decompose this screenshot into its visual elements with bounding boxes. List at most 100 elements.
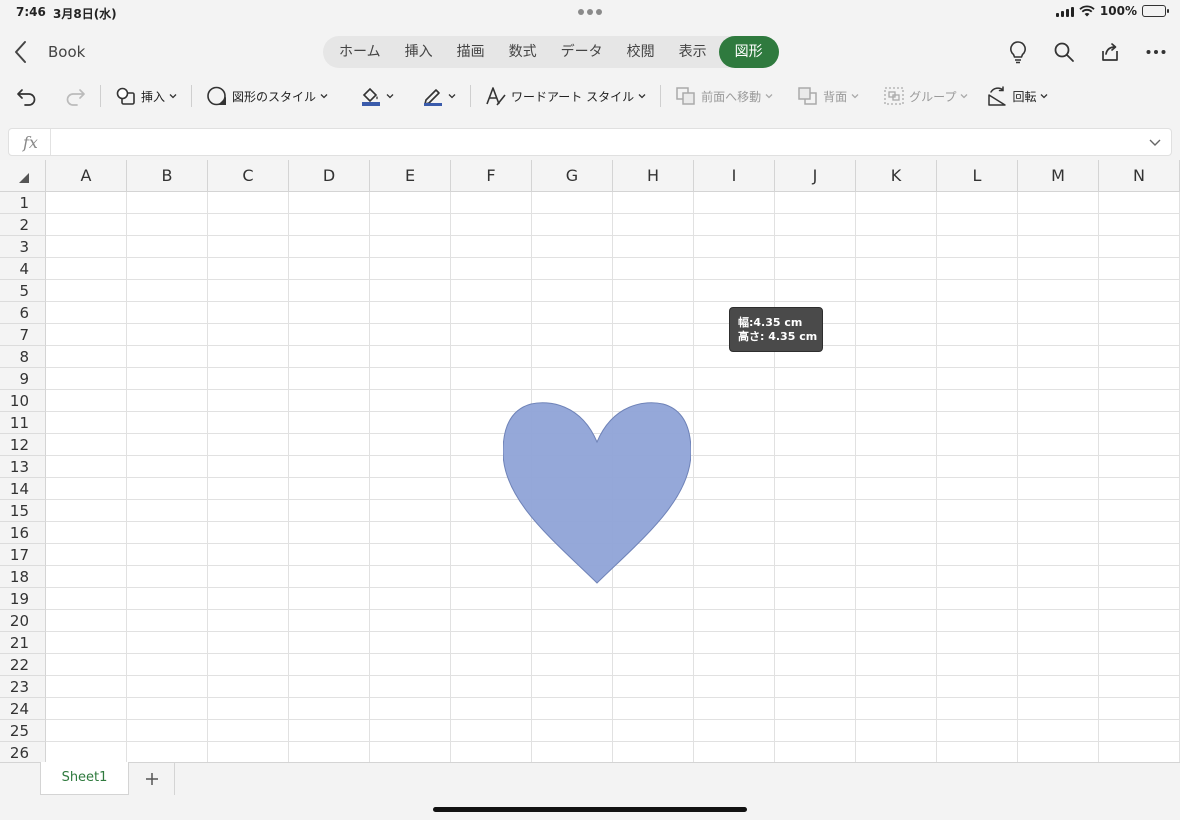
row-header[interactable]: 18 — [0, 566, 46, 588]
row-header[interactable]: 5 — [0, 280, 46, 302]
row-header[interactable]: 8 — [0, 346, 46, 368]
book-title[interactable]: Book — [48, 43, 85, 61]
row-header[interactable]: 13 — [0, 456, 46, 478]
search-icon[interactable] — [1052, 38, 1076, 66]
column-header[interactable]: C — [208, 160, 289, 192]
ribbon-tabs: ホーム 挿入 描画 数式 データ 校閲 表示 図形 — [323, 36, 779, 68]
row-header[interactable]: 21 — [0, 632, 46, 654]
row-header[interactable]: 12 — [0, 434, 46, 456]
chevron-down-icon — [638, 94, 646, 99]
column-header[interactable]: J — [775, 160, 856, 192]
function-fx-icon[interactable]: fx — [23, 133, 38, 152]
shape-styles-button[interactable]: 図形のスタイル — [200, 81, 334, 111]
tab-insert[interactable]: 挿入 — [393, 36, 445, 68]
share-icon[interactable] — [1098, 38, 1122, 66]
shape-fill-button[interactable] — [354, 81, 400, 111]
row-header[interactable]: 20 — [0, 610, 46, 632]
toolbar-divider — [100, 85, 101, 107]
row-header[interactable]: 4 — [0, 258, 46, 280]
shape-outline-button[interactable] — [416, 81, 462, 111]
tab-data[interactable]: データ — [549, 36, 615, 68]
select-all-corner[interactable] — [0, 160, 46, 192]
bring-forward-icon — [676, 87, 695, 105]
column-header[interactable]: H — [613, 160, 694, 192]
row-header[interactable]: 26 — [0, 742, 46, 762]
back-icon[interactable] — [10, 38, 32, 66]
row-header[interactable]: 14 — [0, 478, 46, 500]
wordart-styles-button[interactable]: ワードアート スタイル — [479, 81, 652, 111]
select-all-triangle-icon — [19, 173, 29, 183]
column-header[interactable]: M — [1018, 160, 1099, 192]
shapes-icon — [116, 87, 135, 105]
shape-style-icon — [207, 86, 227, 106]
wifi-icon — [1079, 5, 1095, 17]
column-header[interactable]: K — [856, 160, 937, 192]
multitasking-dots-icon[interactable] — [578, 9, 602, 15]
formula-bar[interactable]: fx — [8, 128, 1172, 156]
row-header[interactable]: 9 — [0, 368, 46, 390]
row-header[interactable]: 11 — [0, 412, 46, 434]
row-header[interactable]: 10 — [0, 390, 46, 412]
add-sheet-button[interactable] — [129, 763, 175, 795]
row-header[interactable]: 24 — [0, 698, 46, 720]
row-header[interactable]: 25 — [0, 720, 46, 742]
row-header[interactable]: 3 — [0, 236, 46, 258]
lightbulb-icon[interactable] — [1006, 38, 1030, 66]
insert-shape-button[interactable]: 挿入 — [109, 81, 183, 111]
send-backward-button[interactable]: 背面 — [791, 81, 865, 111]
row-header[interactable]: 6 — [0, 302, 46, 324]
tab-draw[interactable]: 描画 — [445, 36, 497, 68]
battery-percent: 100% — [1099, 4, 1137, 18]
excel-app: 7:46 3月8日(水) 100% Book ホーム 挿入 描画 数式 データ … — [0, 0, 1180, 820]
bring-forward-button[interactable]: 前面へ移動 — [669, 81, 779, 111]
tab-home[interactable]: ホーム — [327, 36, 393, 68]
column-header[interactable]: I — [694, 160, 775, 192]
tooltip-height: 高さ: 4.35 cm — [738, 330, 818, 343]
redo-button[interactable] — [58, 81, 92, 111]
tooltip-width: 幅:4.35 cm — [738, 316, 803, 329]
undo-button[interactable] — [10, 81, 44, 111]
send-backward-label: 背面 — [823, 89, 848, 104]
row-header[interactable]: 2 — [0, 214, 46, 236]
group-button[interactable]: グループ — [877, 81, 974, 111]
row-header[interactable]: 22 — [0, 654, 46, 676]
rotate-icon — [988, 86, 1007, 106]
row-header[interactable]: 17 — [0, 544, 46, 566]
row-header[interactable]: 15 — [0, 500, 46, 522]
chevron-down-icon[interactable] — [1149, 137, 1161, 147]
more-options-icon[interactable] — [1144, 38, 1168, 66]
tab-review[interactable]: 校閲 — [615, 36, 667, 68]
row-header[interactable]: 23 — [0, 676, 46, 698]
row-header[interactable]: 16 — [0, 522, 46, 544]
column-header[interactable]: G — [532, 160, 613, 192]
column-header[interactable]: E — [370, 160, 451, 192]
sheet-tab-sheet1[interactable]: Sheet1 — [40, 762, 129, 795]
tab-shape[interactable]: 図形 — [718, 36, 779, 68]
heart-shape[interactable] — [503, 400, 691, 584]
column-header[interactable]: F — [451, 160, 532, 192]
redo-icon — [66, 89, 85, 106]
sheet-tab-bar: Sheet1 — [0, 762, 1180, 820]
chevron-down-icon — [1041, 94, 1048, 99]
chevron-down-icon — [960, 94, 968, 99]
tab-formulas[interactable]: 数式 — [497, 36, 549, 68]
undo-icon — [17, 89, 36, 106]
row-header[interactable]: 19 — [0, 588, 46, 610]
fill-bucket-icon — [362, 87, 381, 106]
group-label: グループ — [909, 89, 957, 104]
row-header[interactable]: 1 — [0, 192, 46, 214]
ribbon-toolbar: 挿入 図形のスタイル ワードアート スタイル 前面へ移動 背面 グループ 回転 — [0, 78, 1180, 114]
shape-size-tooltip: 幅:4.35 cm 高さ: 4.35 cm — [729, 307, 823, 352]
column-header[interactable]: D — [289, 160, 370, 192]
row-header[interactable]: 7 — [0, 324, 46, 346]
insert-label: 挿入 — [141, 89, 166, 104]
column-header[interactable]: L — [937, 160, 1018, 192]
home-indicator[interactable] — [433, 807, 747, 812]
rotate-button[interactable]: 回転 — [980, 81, 1054, 111]
tab-view[interactable]: 表示 — [667, 36, 719, 68]
column-header[interactable]: N — [1099, 160, 1180, 192]
chevron-down-icon — [386, 94, 394, 99]
formula-bar-divider — [50, 129, 51, 155]
column-header[interactable]: A — [46, 160, 127, 192]
column-header[interactable]: B — [127, 160, 208, 192]
